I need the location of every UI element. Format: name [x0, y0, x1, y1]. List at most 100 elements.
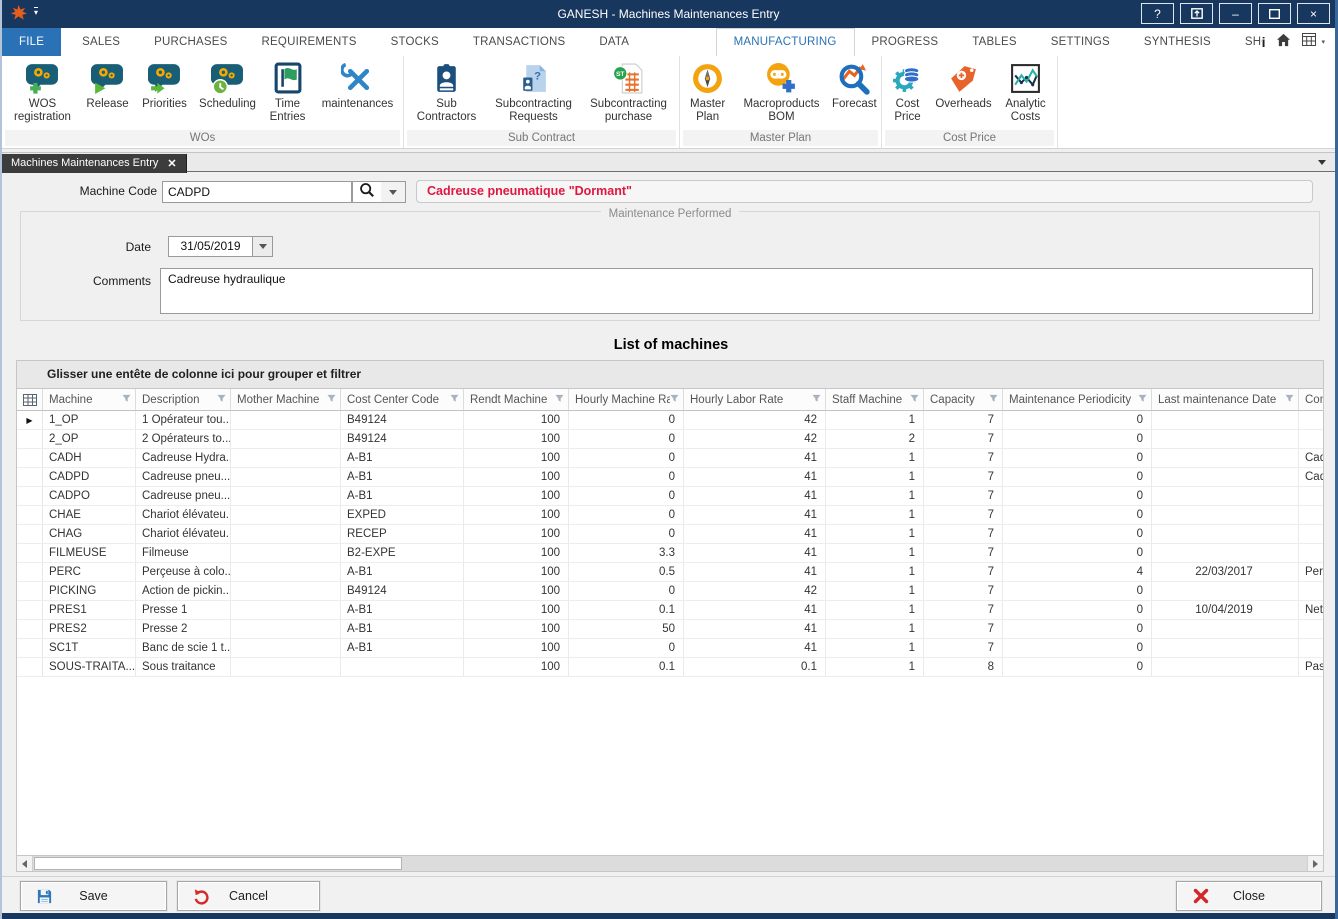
table-row[interactable]: PICKINGAction de pickin...B4912410004217… [17, 582, 1323, 601]
filter-icon[interactable] [670, 394, 679, 406]
menu-tab-progress[interactable]: PROGRESS [855, 28, 956, 56]
scroll-right-arrow-icon[interactable] [1307, 856, 1323, 871]
ribbon-item-analytic-costs[interactable]: Analytic Costs [996, 59, 1056, 123]
machine-code-input[interactable] [162, 181, 352, 203]
scroll-left-arrow-icon[interactable] [17, 856, 33, 871]
table-row[interactable]: CADHCadreuse Hydra...A-B1100041170Cad [17, 449, 1323, 468]
column-header-staff-machine[interactable]: Staff Machine [826, 389, 924, 410]
table-row[interactable]: PERCPerçeuse à colo...A-B11000.54117422/… [17, 563, 1323, 582]
filter-icon[interactable] [217, 394, 226, 406]
row-selector-cell[interactable] [17, 563, 43, 581]
row-selector-cell[interactable] [17, 544, 43, 562]
ribbon-item-overheads[interactable]: Overheads [932, 59, 996, 123]
menu-tab-stocks[interactable]: STOCKS [374, 28, 456, 56]
ribbon-item-subcontracting-requests[interactable]: ?Subcontracting Requests [487, 59, 581, 123]
row-selector-cell[interactable] [17, 487, 43, 505]
table-row[interactable]: FILMEUSEFilmeuseB2-EXPE1003.341170 [17, 544, 1323, 563]
ribbon-item-cost-price[interactable]: Cost Price [884, 59, 932, 123]
filter-icon[interactable] [1138, 394, 1147, 406]
table-row[interactable]: ▶1_OP1 Opérateur tou...B49124100042170 [17, 411, 1323, 430]
row-selector-cell[interactable] [17, 582, 43, 600]
column-header-mother-machine[interactable]: Mother Machine [231, 389, 341, 410]
row-selector-cell[interactable] [17, 525, 43, 543]
menu-tab-tables[interactable]: TABLES [955, 28, 1033, 56]
column-header-cost-center-code[interactable]: Cost Center Code [341, 389, 464, 410]
minimize-button[interactable]: – [1219, 3, 1252, 24]
ribbon-item-forecast[interactable]: Forecast [829, 59, 880, 123]
horizontal-scrollbar[interactable] [17, 855, 1323, 871]
row-selector-cell[interactable] [17, 620, 43, 638]
menu-tab-sales[interactable]: SALES [65, 28, 137, 56]
close-window-button[interactable]: × [1297, 3, 1330, 24]
row-selector-cell[interactable]: ▶ [17, 411, 43, 429]
column-header-comments[interactable]: Comments [1299, 389, 1323, 410]
row-selector-cell[interactable] [17, 506, 43, 524]
row-selector-cell[interactable] [17, 601, 43, 619]
row-selector-cell[interactable] [17, 430, 43, 448]
ribbon-item-scheduling[interactable]: Scheduling [195, 59, 261, 123]
close-button[interactable]: Close [1176, 881, 1322, 911]
row-selector-cell[interactable] [17, 449, 43, 467]
table-row[interactable]: CADPDCadreuse pneu...A-B1100041170Cad [17, 468, 1323, 487]
tab-close-icon[interactable]: ✕ [167, 157, 176, 170]
filter-icon[interactable] [812, 394, 821, 406]
filter-icon[interactable] [910, 394, 919, 406]
table-row[interactable]: PRES2Presse 2A-B11005041170 [17, 620, 1323, 639]
ribbon-item-priorities[interactable]: Priorities [135, 59, 195, 123]
save-button[interactable]: Save [20, 881, 167, 911]
column-header-capacity[interactable]: Capacity [924, 389, 1003, 410]
table-row[interactable]: CHAGChariot élévateu...RECEP100041170 [17, 525, 1323, 544]
cancel-button[interactable]: Cancel [177, 881, 320, 911]
table-row[interactable]: SOUS-TRAITA...Sous traitance1000.10.1180… [17, 658, 1323, 677]
machine-search-button[interactable] [352, 181, 382, 203]
calculator-icon[interactable] [1302, 33, 1316, 51]
filter-icon[interactable] [1285, 394, 1294, 406]
ribbon-item-release[interactable]: Release [81, 59, 135, 123]
machine-code-dropdown-button[interactable] [381, 181, 406, 203]
column-header-hourly-labor-rate[interactable]: Hourly Labor Rate [684, 389, 826, 410]
menu-tab-data-engineering[interactable]: DATA ENGINEERING [582, 28, 715, 56]
ribbon-item-sub-contractors[interactable]: Sub Contractors [407, 59, 487, 123]
tab-list-dropdown-icon[interactable] [1318, 160, 1326, 165]
ribbon-item-maintenances[interactable]: maintenances [315, 59, 401, 123]
date-picker[interactable]: 31/05/2019 [168, 236, 273, 257]
menu-tab-synthesis[interactable]: SYNTHESIS [1127, 28, 1228, 56]
calculator-dropdown-icon[interactable]: ▾ [1321, 38, 1325, 46]
home-icon[interactable] [1276, 33, 1291, 52]
table-row[interactable]: CHAEChariot élévateu...EXPED100041170 [17, 506, 1323, 525]
help-button[interactable]: ? [1141, 3, 1174, 24]
maximize-button[interactable] [1258, 3, 1291, 24]
row-selector-cell[interactable] [17, 639, 43, 657]
menu-tab-purchases[interactable]: PURCHASES [137, 28, 244, 56]
ribbon-item-wos-registration[interactable]: WOS registration [5, 59, 81, 123]
group-by-panel[interactable]: Glisser une entête de colonne ici pour g… [17, 361, 1323, 389]
grid-corner-cell[interactable] [17, 389, 43, 410]
filter-icon[interactable] [450, 394, 459, 406]
info-icon[interactable]: i [1262, 34, 1266, 50]
document-tab[interactable]: Machines Maintenances Entry ✕ [2, 154, 187, 173]
menu-tab-requirements[interactable]: REQUIREMENTS [245, 28, 374, 56]
table-row[interactable]: PRES1Presse 1A-B11000.14117010/04/2019Ne… [17, 601, 1323, 620]
ribbon-item-time-entries[interactable]: Time Entries [261, 59, 315, 123]
menu-tab-settings[interactable]: SETTINGS [1034, 28, 1127, 56]
table-row[interactable]: SC1TBanc de scie 1 t...A-B1100041170 [17, 639, 1323, 658]
column-header-hourly-machine-rate[interactable]: Hourly Machine Rate [569, 389, 684, 410]
filter-icon[interactable] [327, 394, 336, 406]
ribbon-item-macroproducts-bom[interactable]: Macroproducts BOM [734, 59, 829, 123]
filter-icon[interactable] [122, 394, 131, 406]
column-header-machine[interactable]: Machine [43, 389, 136, 410]
menu-tab-transactions[interactable]: TRANSACTIONS [456, 28, 583, 56]
ribbon-item-master-plan[interactable]: Master Plan [681, 59, 734, 123]
ribbon-item-subcontracting-purchase[interactable]: STSubcontracting purchase [581, 59, 677, 123]
column-header-last-maintenance-date[interactable]: Last maintenance Date [1152, 389, 1299, 410]
table-row[interactable]: 2_OP2 Opérateurs to...B49124100042270 [17, 430, 1323, 449]
row-selector-cell[interactable] [17, 468, 43, 486]
column-header-maintenance-periodicity[interactable]: Maintenance Periodicity [1003, 389, 1152, 410]
menu-tab-manufacturing[interactable]: MANUFACTURING [716, 28, 855, 56]
comments-textarea[interactable]: Cadreuse hydraulique [160, 268, 1313, 314]
column-header-description[interactable]: Description [136, 389, 231, 410]
scrollbar-thumb[interactable] [34, 857, 402, 870]
fullscreen-button[interactable] [1180, 3, 1213, 24]
date-dropdown-button[interactable] [252, 237, 272, 256]
menu-tab-file[interactable]: FILE [2, 28, 61, 56]
